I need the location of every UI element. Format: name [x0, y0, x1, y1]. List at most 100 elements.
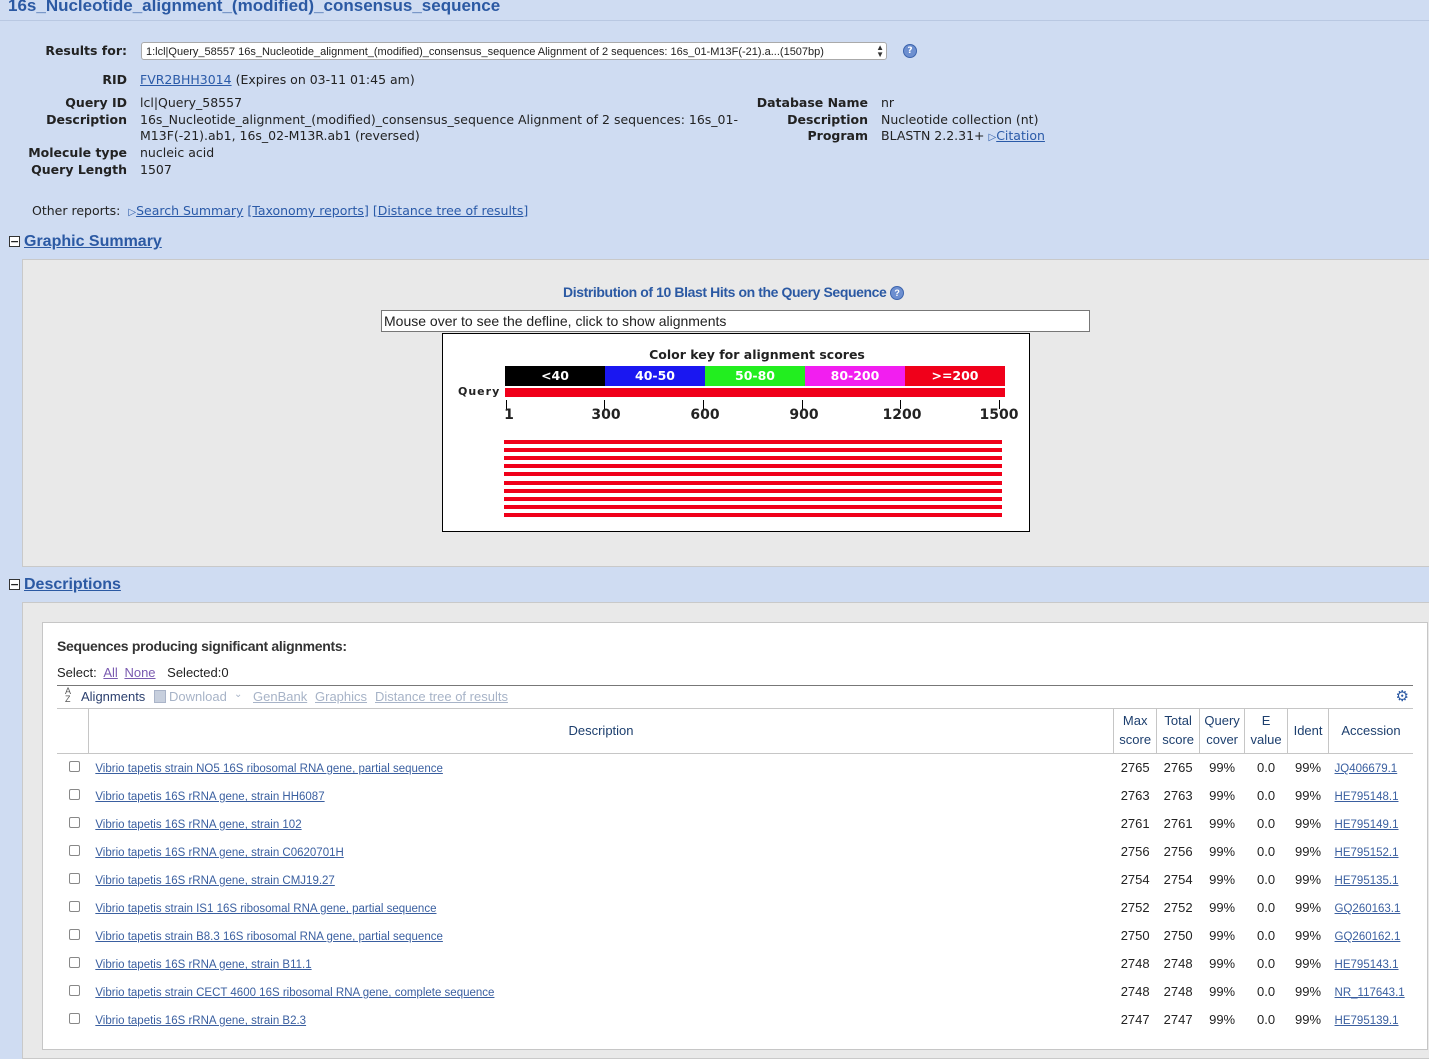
query-id-value: lcl|Query_58557 [140, 95, 243, 110]
search-summary-link[interactable]: Search Summary [136, 203, 243, 218]
graphics-link[interactable]: Graphics [315, 689, 367, 704]
row-checkbox[interactable] [69, 817, 81, 828]
rid-expires: (Expires on 03-11 01:45 am) [235, 72, 415, 87]
table-row[interactable]: Vibrio tapetis strain CECT 4600 16S ribo… [57, 978, 1413, 1006]
hit-bar[interactable] [504, 448, 1002, 453]
hit-bar[interactable] [504, 464, 1002, 469]
descriptions-heading[interactable]: Descriptions [24, 576, 121, 594]
table-row[interactable]: Vibrio tapetis strain B8.3 16S ribosomal… [57, 922, 1413, 950]
max-score-cell: 2748 [1120, 984, 1150, 999]
row-checkbox-cell [57, 950, 88, 978]
row-checkbox[interactable] [69, 1013, 81, 1024]
description-cell: Vibrio tapetis strain B8.3 16S ribosomal… [88, 922, 1113, 950]
collapse-descriptions-icon[interactable]: − [9, 579, 20, 590]
description-link[interactable]: Vibrio tapetis 16S rRNA gene, strain 102 [95, 819, 301, 831]
accession-link[interactable]: NR_117643.1 [1335, 987, 1405, 999]
results-for-select[interactable]: 1:lcl|Query_58557 16s_Nucleotide_alignme… [141, 42, 887, 60]
table-row[interactable]: Vibrio tapetis 16S rRNA gene, strain B11… [57, 950, 1413, 978]
hit-bar[interactable] [504, 504, 1002, 509]
hit-bar[interactable] [504, 472, 1002, 477]
max-score-cell: 2754 [1120, 872, 1150, 887]
genbank-link[interactable]: GenBank [253, 689, 307, 704]
select-none-link[interactable]: None [124, 665, 155, 680]
sort-icon[interactable]: AZ [65, 687, 71, 704]
hit-bar[interactable] [504, 480, 1002, 485]
download-link[interactable]: Download [169, 689, 227, 704]
evalue-cell: 0.0 [1257, 788, 1276, 803]
accession-link[interactable]: JQ406679.1 [1335, 763, 1398, 775]
row-checkbox[interactable] [69, 985, 81, 996]
accession-link[interactable]: GQ260162.1 [1335, 931, 1401, 943]
accession-cell: JQ406679.1 [1329, 753, 1413, 782]
color-key-segment: 50-80 [705, 366, 805, 386]
hit-bar[interactable] [504, 496, 1002, 501]
max-score-cell: 2763 [1120, 788, 1150, 803]
ident-column-header[interactable]: Ident [1287, 708, 1329, 754]
program-label: Program [807, 128, 869, 143]
description-link[interactable]: Vibrio tapetis strain B8.3 16S ribosomal… [95, 931, 443, 943]
accession-cell: HE795148.1 [1329, 782, 1413, 810]
table-row[interactable]: Vibrio tapetis 16S rRNA gene, strain CMJ… [57, 866, 1413, 894]
hit-bar[interactable] [504, 456, 1002, 461]
table-row[interactable]: Vibrio tapetis 16S rRNA gene, strain C06… [57, 838, 1413, 866]
citation-link[interactable]: Citation [996, 128, 1045, 143]
description-link[interactable]: Vibrio tapetis strain NO5 16S ribosomal … [95, 763, 443, 775]
description-cell: Vibrio tapetis 16S rRNA gene, strain HH6… [88, 782, 1113, 810]
gear-icon[interactable]: ⚙ [1396, 687, 1409, 705]
table-row[interactable]: Vibrio tapetis 16S rRNA gene, strain 102… [57, 810, 1413, 838]
table-row[interactable]: Vibrio tapetis strain NO5 16S ribosomal … [57, 753, 1413, 782]
row-checkbox[interactable] [69, 761, 81, 772]
row-checkbox[interactable] [69, 957, 81, 968]
accession-link[interactable]: HE795149.1 [1335, 819, 1399, 831]
collapse-graphic-summary-icon[interactable]: − [9, 236, 20, 247]
description-link[interactable]: Vibrio tapetis 16S rRNA gene, strain HH6… [95, 791, 324, 803]
table-header-row: Description Max score Total score Query cov… [57, 708, 1413, 754]
alignments-link[interactable]: Alignments [81, 689, 145, 704]
evalue-column-header[interactable]: Evalue [1244, 708, 1288, 754]
description-link[interactable]: Vibrio tapetis 16S rRNA gene, strain C06… [95, 847, 343, 859]
accession-link[interactable]: HE795135.1 [1335, 875, 1399, 887]
ident-cell: 99% [1295, 1012, 1322, 1027]
accession-link[interactable]: HE795152.1 [1335, 847, 1399, 859]
description-link[interactable]: Vibrio tapetis 16S rRNA gene, strain B11… [95, 959, 311, 971]
description-column-header[interactable]: Description [87, 708, 1114, 754]
accession-link[interactable]: HE795143.1 [1335, 959, 1399, 971]
accession-link[interactable]: HE795148.1 [1335, 791, 1399, 803]
description-link[interactable]: Vibrio tapetis strain CECT 4600 16S ribo… [95, 987, 494, 999]
accession-link[interactable]: HE795139.1 [1335, 1015, 1399, 1027]
row-checkbox[interactable] [69, 901, 81, 912]
hit-bar[interactable] [504, 440, 1002, 444]
query-cover-cell: 99% [1209, 984, 1236, 999]
max-score-column-header[interactable]: Max score [1113, 708, 1157, 754]
description-link[interactable]: Vibrio tapetis strain IS1 16S ribosomal … [95, 903, 436, 915]
description-link[interactable]: Vibrio tapetis 16S rRNA gene, strain B2.… [95, 1015, 306, 1027]
hit-bar[interactable] [504, 512, 1002, 517]
graphic-summary-heading[interactable]: Graphic Summary [24, 233, 162, 251]
row-checkbox[interactable] [69, 789, 81, 800]
query-cover-column-header[interactable]: Query cover [1199, 708, 1245, 754]
taxonomy-reports-link[interactable]: [Taxonomy reports] [247, 203, 368, 218]
evalue-cell: 0.0 [1257, 760, 1276, 775]
table-row[interactable]: Vibrio tapetis 16S rRNA gene, strain B2.… [57, 1006, 1413, 1034]
rid-link[interactable]: FVR2BHH3014 [140, 72, 232, 87]
total-score-cell: 2754 [1163, 872, 1193, 887]
description-link[interactable]: Vibrio tapetis 16S rRNA gene, strain CMJ… [95, 875, 335, 887]
help-icon[interactable]: ? [889, 286, 904, 301]
distance-tree-toolbar-link[interactable]: Distance tree of results [375, 689, 508, 704]
select-all-link[interactable]: All [103, 665, 117, 680]
table-row[interactable]: Vibrio tapetis strain IS1 16S ribosomal … [57, 894, 1413, 922]
rid-label: RID [102, 72, 127, 87]
row-checkbox[interactable] [69, 929, 81, 940]
total-score-column-header[interactable]: Total score [1156, 708, 1200, 754]
help-icon[interactable]: ? [903, 44, 917, 58]
distance-tree-link[interactable]: [Distance tree of results] [373, 203, 528, 218]
table-row[interactable]: Vibrio tapetis 16S rRNA gene, strain HH6… [57, 782, 1413, 810]
accession-link[interactable]: GQ260163.1 [1335, 903, 1401, 915]
accession-column-header[interactable]: Accession [1328, 708, 1413, 754]
description-cell: Vibrio tapetis 16S rRNA gene, strain C06… [88, 838, 1113, 866]
axis-tick-label: 600 [690, 407, 720, 423]
row-checkbox[interactable] [69, 845, 81, 856]
hit-bar[interactable] [504, 488, 1002, 493]
row-checkbox[interactable] [69, 873, 81, 884]
hit-graphic[interactable]: Color key for alignment scores <40 40-50 5… [442, 333, 1030, 532]
